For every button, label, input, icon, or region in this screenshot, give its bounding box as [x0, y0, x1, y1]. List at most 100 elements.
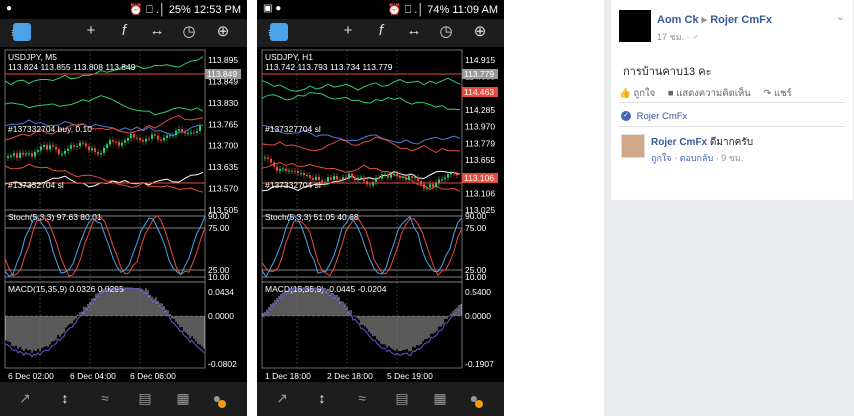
bottom-nav: ↗ ↕ ≈ ▤ ▦ ● [257, 382, 504, 416]
candle-body [282, 168, 284, 170]
arrow-icon: ▸ [701, 14, 708, 26]
candle-body [267, 157, 269, 159]
candle-body [13, 153, 15, 156]
commenter-avatar[interactable] [621, 134, 645, 158]
candle-body [100, 152, 102, 155]
candle-body [133, 134, 135, 138]
macd-level-label: -0.0802 [208, 359, 237, 369]
candle-body [276, 166, 278, 171]
separator [504, 0, 604, 416]
macd-level-label: -0.1907 [465, 359, 494, 369]
like-button[interactable]: 👍 ถูกใจ [619, 88, 655, 99]
candle-body [127, 138, 129, 141]
candle-body [369, 184, 371, 186]
battery-level: 74% [427, 4, 450, 16]
author-avatar[interactable] [619, 10, 651, 42]
price-chart[interactable]: 114.915114.600114.463114.285113.970113.7… [257, 48, 504, 382]
candle-body [106, 144, 108, 149]
share-button[interactable]: ↷ แชร์ [763, 88, 791, 99]
candle-body [417, 177, 419, 181]
post-header: Aom Ck ▸ Rojer CmFx [657, 13, 772, 26]
price-tick-label: 113.779 [465, 138, 495, 148]
candle-body [375, 177, 377, 182]
app-logo[interactable] [13, 23, 31, 41]
sl-price-value: 113.106 [464, 173, 494, 183]
line-chart-icon[interactable]: ≈ [94, 390, 116, 406]
liker-name[interactable]: Rojer CmFx [637, 111, 688, 122]
stoch-level-label: 10.00 [465, 272, 487, 282]
candle-body [157, 135, 159, 140]
line-chart-icon[interactable]: ≈ [351, 390, 373, 406]
bottom-nav: ↗ ↕ ≈ ▤ ▦ ● [0, 382, 247, 416]
price-chart[interactable]: 113.895 113.849 113.830 113.765 113.700 113.6… [0, 48, 247, 382]
stoch-level-label: 10.00 [208, 272, 230, 282]
macd-level-label: 0.0434 [208, 287, 234, 297]
author-name[interactable]: Aom Ck [657, 14, 699, 26]
candle-body [435, 183, 437, 188]
chevron-down-icon[interactable]: ⌄ [836, 10, 845, 23]
sl-price-value: 114.463 [464, 87, 494, 97]
inbox-icon[interactable]: ▤ [134, 390, 156, 407]
news-icon[interactable]: ▦ [172, 390, 194, 407]
phone-screen-m5: ● ⏰ ⎕ .│ 25% 12:53 PM ≡ + f ↔ ◷ ⊕ 113.89… [0, 0, 247, 416]
price-tick-label: 113.635 [208, 162, 238, 172]
candle-body [58, 149, 60, 155]
new-order-icon[interactable]: ⊕ [212, 22, 234, 40]
separator [247, 0, 257, 416]
new-order-icon[interactable]: ⊕ [469, 22, 491, 40]
candle-body [184, 131, 186, 134]
stoch-label: Stoch(5,3,3) 51.05 40.68 [265, 212, 359, 222]
indicators-icon[interactable]: f [113, 22, 135, 39]
candle-body [55, 146, 57, 150]
comment-text: ดีมากครับ [709, 137, 754, 148]
candle-body [306, 175, 308, 177]
candle-body [49, 145, 51, 150]
post-time[interactable]: 17 ชม. · ♂ [657, 30, 699, 44]
candle-body [372, 181, 374, 186]
candle-body [381, 174, 383, 179]
crosshair-icon[interactable]: + [80, 22, 102, 39]
timeframe-icon[interactable]: ◷ [178, 22, 200, 40]
comment-reply-link[interactable]: ตอบกลับ [680, 153, 714, 163]
date-label: 5 Dec 19:00 [387, 371, 433, 381]
objects-icon[interactable]: ↔ [146, 22, 168, 39]
candle-body [273, 162, 275, 167]
trend-icon[interactable]: ↗ [14, 390, 36, 407]
candle-body [453, 172, 455, 174]
candle-body [450, 172, 452, 175]
candle-body [330, 177, 332, 180]
candle-body [166, 135, 168, 138]
date-label: 6 Dec 04:00 [70, 371, 116, 381]
candle-body [378, 177, 380, 179]
candle-body [444, 177, 446, 180]
candle-body [190, 132, 192, 134]
commenter-name[interactable]: Rojer CmFx [651, 137, 707, 148]
candle-body [405, 176, 407, 181]
objects-icon[interactable]: ↔ [403, 22, 425, 39]
crosshair-icon[interactable]: + [337, 22, 359, 39]
candles-icon[interactable]: ↕ [54, 390, 76, 406]
candle-body [187, 132, 189, 134]
inbox-icon[interactable]: ▤ [391, 390, 413, 407]
app-logo[interactable] [270, 23, 288, 41]
divider [619, 126, 845, 127]
phone-screen-h1: ▣ ● ⏰ ⎕ .│ 74% 11:09 AM ≡ + f ↔ ◷ ⊕ 114.… [257, 0, 504, 416]
comment-time[interactable]: 9 ชม. [721, 153, 743, 163]
order-label: #137332704 sl [8, 180, 64, 190]
ohlc-values: 113.824 113.855 113.808 113.849 [8, 62, 136, 72]
candle-body [124, 140, 126, 143]
chart-toolbar: ≡ + f ↔ ◷ ⊕ [0, 19, 247, 47]
indicators-icon[interactable]: f [370, 22, 392, 39]
comment-button[interactable]: ■ แสดงความคิดเห็น [668, 88, 751, 99]
candle-body [82, 142, 84, 144]
candles-icon[interactable]: ↕ [311, 390, 333, 406]
news-icon[interactable]: ▦ [429, 390, 451, 407]
stoch-level-label: 90.00 [208, 211, 230, 221]
candle-body [447, 174, 449, 178]
candle-body [34, 151, 36, 157]
trend-icon[interactable]: ↗ [271, 390, 293, 407]
timeframe-icon[interactable]: ◷ [435, 22, 457, 40]
target-name[interactable]: Rojer CmFx [710, 14, 772, 26]
comment-like-link[interactable]: ถูกใจ [651, 153, 672, 163]
likes-summary[interactable]: ✓ Rojer CmFx [621, 111, 687, 122]
